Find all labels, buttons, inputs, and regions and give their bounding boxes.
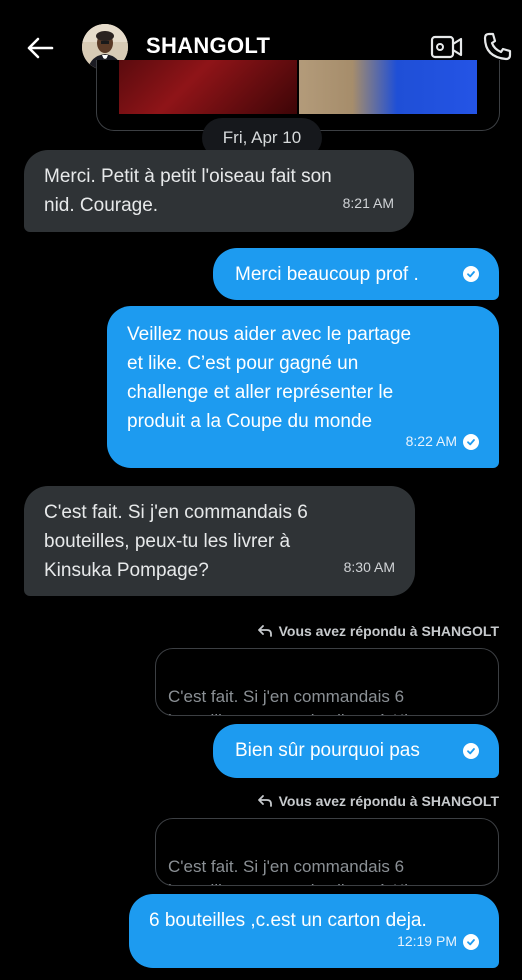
reply-indicator: Vous avez répondu à SHANGOLT [257, 793, 499, 809]
reply-indicator-text: Vous avez répondu à SHANGOLT [278, 793, 499, 809]
message-text: Veillez nous aider avec le partage et li… [127, 324, 412, 432]
message-bubble-outgoing[interactable]: 6 bouteilles ,c.est un carton deja. 12:1… [129, 894, 499, 968]
quoted-message[interactable]: C'est fait. Si j'en commandais 6 bouteil… [155, 818, 499, 886]
quoted-text: C'est fait. Si j'en commandais 6 bouteil… [168, 857, 440, 885]
media-image[interactable] [299, 60, 477, 114]
read-check-icon [463, 266, 479, 282]
message-time: 8:30 AM [343, 559, 395, 575]
video-call-button[interactable] [428, 32, 466, 62]
reply-icon [257, 625, 272, 637]
quoted-text: C'est fait. Si j'en commandais 6 bouteil… [168, 687, 440, 715]
message-text: Merci beaucoup prof . [235, 264, 419, 285]
message-text: C'est fait. Si j'en commandais 6 bouteil… [44, 502, 308, 581]
quoted-message[interactable]: C'est fait. Si j'en commandais 6 bouteil… [155, 648, 499, 716]
message-bubble-incoming[interactable]: Merci. Petit à petit l'oiseau fait son n… [24, 150, 414, 232]
message-text: Bien sûr pourquoi pas [235, 740, 420, 761]
message-bubble-outgoing[interactable]: Veillez nous aider avec le partage et li… [107, 306, 499, 468]
video-call-icon [430, 35, 463, 59]
reply-indicator: Vous avez répondu à SHANGOLT [257, 623, 499, 639]
media-image[interactable] [119, 60, 297, 114]
read-check-icon [463, 743, 479, 759]
contact-name[interactable]: SHANGOLT [146, 33, 270, 59]
message-time: 12:19 PM [397, 933, 457, 949]
message-bubble-outgoing[interactable]: Bien sûr pourquoi pas [213, 724, 499, 778]
message-time: 8:22 AM [405, 433, 457, 449]
arrow-left-icon [27, 37, 54, 59]
reply-icon [257, 795, 272, 807]
read-check-icon [463, 933, 479, 950]
reply-indicator-text: Vous avez répondu à SHANGOLT [278, 623, 499, 639]
phone-icon [483, 32, 512, 61]
read-check-icon [463, 433, 479, 450]
message-bubble-incoming[interactable]: C'est fait. Si j'en commandais 6 bouteil… [24, 486, 415, 596]
message-text: Merci. Petit à petit l'oiseau fait son n… [44, 166, 332, 216]
back-button[interactable] [22, 30, 58, 66]
voice-call-button[interactable] [480, 30, 514, 64]
message-time: 8:21 AM [342, 195, 394, 211]
message-bubble-outgoing[interactable]: Merci beaucoup prof . [213, 248, 499, 300]
